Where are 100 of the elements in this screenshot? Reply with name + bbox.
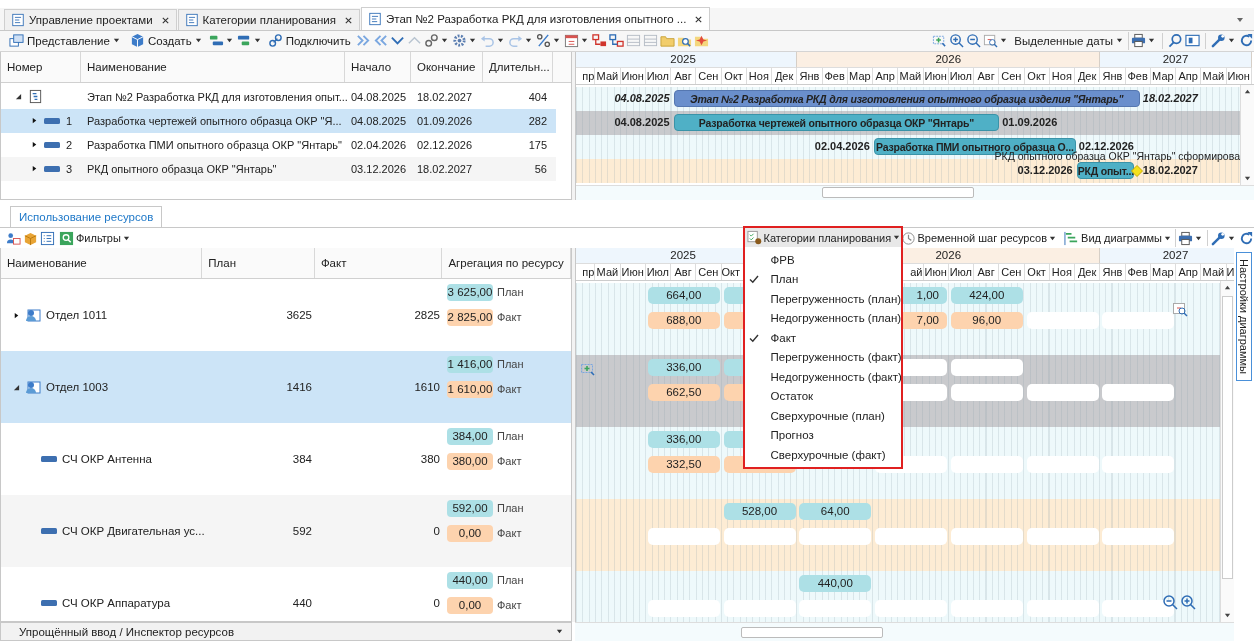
gear-icon[interactable]	[451, 33, 467, 49]
document-tab[interactable]: Этап №2 Разработка РКД для изготовления опытного ...	[361, 7, 711, 30]
time-step-menu-button[interactable]: Временной шаг ресурсов	[898, 229, 1061, 248]
table-row[interactable]: Отдел 1011 3625 2825 3 625,00 План 2 825,00 Факт	[1, 279, 571, 351]
refresh-icon[interactable]	[1239, 230, 1254, 246]
link-icon[interactable]	[423, 33, 439, 49]
side-panel-tab[interactable]: Настройки диаграммы	[1236, 252, 1252, 381]
caret-icon[interactable]	[552, 37, 560, 45]
connect-button[interactable]: Подключить	[264, 31, 354, 50]
column-header[interactable]: Наименование	[1, 248, 203, 278]
column-header[interactable]: Наименование	[81, 51, 345, 82]
scroll-up-icon[interactable]	[1224, 284, 1231, 291]
calendar-icon[interactable]	[563, 33, 579, 49]
scrollbar[interactable]	[1220, 281, 1234, 622]
scrollbar[interactable]	[576, 184, 1254, 200]
diagram-view-menu-button[interactable]: Вид диаграммы	[1062, 229, 1176, 248]
list-icon[interactable]	[40, 230, 55, 246]
scroll-down-icon[interactable]	[1224, 612, 1231, 619]
table-row[interactable]: 3 РКД опытного образца ОКР "Янтарь" 03.12.2026 18.02.2027 56	[1, 156, 556, 181]
expanded-triangle-icon[interactable]	[15, 93, 22, 101]
column-header[interactable]: План	[202, 248, 315, 278]
value-chip[interactable]: 424,00	[950, 287, 1023, 304]
caret-icon[interactable]	[496, 37, 504, 45]
zoom-out-icon[interactable]	[966, 33, 982, 49]
caret-icon[interactable]	[225, 37, 233, 45]
sparkle-icon[interactable]	[693, 33, 709, 49]
caret-icon[interactable]	[253, 37, 261, 45]
menu-item[interactable]: Факт	[744, 328, 901, 348]
scrollbar[interactable]	[575, 622, 1234, 641]
collapsed-triangle-icon[interactable]	[13, 311, 20, 319]
caret-icon[interactable]	[1148, 37, 1155, 45]
hierarchy-icon[interactable]	[608, 33, 624, 49]
refresh-icon[interactable]	[1239, 33, 1254, 49]
column-header[interactable]: Длительн...	[483, 51, 553, 82]
wrench-icon[interactable]	[1211, 33, 1226, 49]
value-chip[interactable]: 528,00	[723, 503, 796, 520]
value-chip[interactable]: 96,00	[950, 312, 1023, 329]
close-icon[interactable]	[160, 15, 170, 25]
caret-icon[interactable]	[1228, 37, 1235, 45]
caret-icon[interactable]	[468, 37, 476, 45]
scroll-up-icon[interactable]	[1244, 87, 1251, 95]
value-chip[interactable]: 336,00	[647, 359, 720, 376]
menu-item[interactable]: Сверхурочные (факт)	[744, 445, 901, 465]
collapsed-triangle-icon[interactable]	[31, 141, 38, 149]
wrench-icon[interactable]	[1211, 230, 1226, 246]
collapsed-panel-header[interactable]: Упрощённый ввод / Инспектор ресурсов	[0, 622, 572, 641]
calendar-icon[interactable]	[983, 33, 999, 49]
table-row[interactable]: СЧ ОКР Антенна 384 380 384,00 План 380,00 Факт	[1, 423, 571, 495]
caret-icon[interactable]	[1000, 37, 1008, 45]
percent-icon[interactable]	[535, 33, 551, 49]
caret-icon[interactable]	[1228, 234, 1235, 242]
caret-icon[interactable]	[440, 37, 448, 45]
task-bar[interactable]: Разработка чертежей опытного образца ОКР "Янтарь"	[673, 113, 1000, 131]
category-menu-button[interactable]: Категории планирования	[744, 228, 901, 248]
zoom-out-icon[interactable]	[1162, 594, 1178, 610]
zoom-in-icon[interactable]	[949, 33, 965, 49]
hierarchy-icon[interactable]	[591, 33, 607, 49]
scrollbar[interactable]	[1240, 84, 1254, 185]
value-chip[interactable]: 336,00	[647, 431, 720, 448]
menu-item[interactable]: Недогруженность (факт)	[744, 367, 901, 387]
column-header[interactable]: Начало	[345, 51, 411, 82]
empty-chip[interactable]	[1102, 600, 1175, 617]
create-menu-button[interactable]: Создать	[126, 31, 207, 50]
menu-item[interactable]: Перегруженность (факт)	[744, 347, 901, 368]
table-row[interactable]: Этап №2 Разработка РКД для изготовления опыт... 04.08.2025 18.02.2027 404	[1, 84, 556, 109]
value-chip[interactable]: 662,50	[647, 384, 720, 401]
menu-item[interactable]: Сверхурочные (план)	[744, 406, 901, 426]
panel-tab[interactable]: Использование ресурсов	[10, 206, 163, 228]
people-icon[interactable]	[6, 230, 21, 246]
printer-icon[interactable]	[1131, 33, 1146, 49]
zoom-in-icon[interactable]	[1180, 594, 1196, 610]
collapsed-triangle-icon[interactable]	[31, 117, 38, 125]
expanded-triangle-icon[interactable]	[13, 383, 20, 391]
collapsed-triangle-icon[interactable]	[31, 165, 38, 173]
table-row[interactable]: 1 Разработка чертежей опытного образца ОКР "Я... 04.08.2025 01.09.2026 282	[1, 108, 556, 133]
box-icon[interactable]	[23, 230, 38, 246]
calendar-icon[interactable]	[1172, 301, 1188, 317]
value-chip[interactable]: 64,00	[799, 503, 872, 520]
column-header[interactable]: Номер	[1, 51, 81, 82]
panel-icon[interactable]	[1185, 33, 1200, 49]
value-chip[interactable]: 440,00	[799, 575, 872, 592]
caret-icon[interactable]	[580, 37, 588, 45]
summary-bar[interactable]: Этап №2 Разработка РКД для изготовления опытного образца изделия "Янтарь"	[673, 89, 1140, 107]
table-row[interactable]: СЧ ОКР Двигательная ус... 592 0 592,00 План 0,00 Факт	[1, 495, 571, 567]
value-chip[interactable]: 688,00	[647, 312, 720, 329]
table-row[interactable]: Отдел 1003 1416 1610 1 416,00 План 1 610,00 Факт	[1, 351, 571, 423]
document-tab[interactable]: Категории планирования	[177, 9, 360, 30]
column-header[interactable]: Агрегация по ресурсу	[442, 248, 571, 278]
close-icon[interactable]	[344, 15, 353, 25]
filters-menu-button[interactable]: Фильтры	[57, 229, 134, 248]
column-header[interactable]: Окончание	[411, 51, 483, 82]
zoom-fit-icon[interactable]	[932, 33, 948, 49]
value-chip[interactable]: 332,50	[647, 456, 720, 473]
view-menu-button[interactable]: Представление	[6, 31, 125, 50]
column-header[interactable]: Факт	[314, 248, 443, 278]
menu-item[interactable]: Остаток	[744, 386, 901, 407]
caret-icon[interactable]	[1195, 234, 1202, 242]
printer-icon[interactable]	[1178, 230, 1193, 246]
close-icon[interactable]	[694, 14, 704, 24]
value-chip[interactable]: 664,00	[647, 287, 720, 304]
